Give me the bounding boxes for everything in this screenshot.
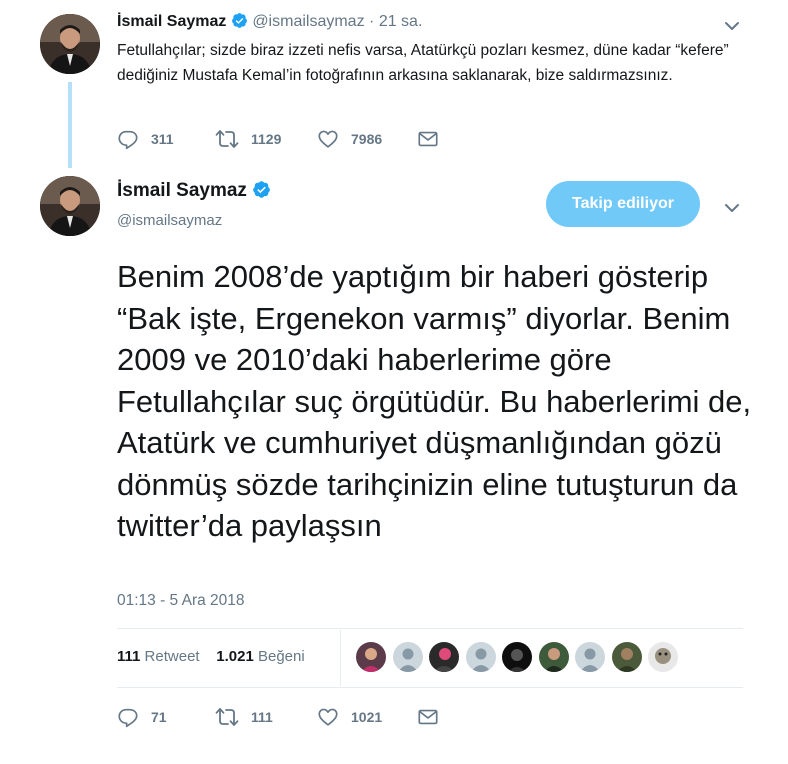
retweet-button[interactable]: 111 [215,706,317,728]
tweet-timestamp[interactable]: 01:13 - 5 Ara 2018 [117,592,245,610]
like-button[interactable]: 7986 [317,128,417,150]
thread-connector-line [68,82,72,168]
liker-photo [648,642,678,672]
like-count: 1021 [351,709,383,725]
parent-tweet-text: Fetullahçılar; sizde biraz izzeti nefis … [117,42,729,84]
liker-avatar[interactable] [356,642,386,672]
liker-avatar[interactable] [465,642,496,672]
retweet-button[interactable]: 1129 [215,128,317,150]
parent-tweet-header: İsmail Saymaz @ismailsaymaz · 21 sa. [117,12,422,31]
chevron-down-icon [725,22,739,30]
main-tweet-actions: 71 111 1021 [117,706,439,728]
reply-icon [118,708,138,728]
avatar-photo [40,14,100,74]
author-name[interactable]: İsmail Saymaz [117,180,247,201]
default-profile-icon [392,642,423,672]
like-button[interactable]: 1021 [317,706,417,728]
parent-tweet-actions: 311 1129 7986 [117,128,439,150]
liker-photo [611,642,642,672]
like-label: Beğeni [257,648,305,665]
direct-message-icon [418,709,438,725]
liker-photo [502,642,532,672]
header-separator: · [369,13,375,30]
tweet-time[interactable]: 21 sa. [379,13,423,30]
main-tweet-author: İsmail Saymaz [117,180,271,202]
verified-badge-icon [231,13,247,28]
default-profile-icon [575,642,605,672]
verified-badge-icon [253,181,271,198]
liker-photo [356,642,386,672]
like-count: 7986 [351,131,383,147]
main-tweet-menu-button[interactable] [722,198,742,223]
like-icon [318,130,338,148]
tweet-stats: 111 Retweet 1.021 Beğeni [117,648,305,665]
reply-icon [118,130,138,150]
liker-avatar[interactable] [611,642,642,672]
liker-photo [429,642,459,672]
likes-stat[interactable]: 1.021 Beğeni [216,648,304,665]
parent-tweet-avatar[interactable] [40,14,100,74]
liker-avatar[interactable] [538,642,569,672]
retweet-count: 1129 [251,131,282,147]
reply-button[interactable]: 311 [117,128,215,150]
liker-avatar[interactable] [575,642,605,672]
direct-message-icon [418,131,438,147]
reply-button[interactable]: 71 [117,706,215,728]
direct-message-button[interactable] [417,128,439,150]
retweet-total: 111 [117,648,141,665]
following-button[interactable]: Takip ediliyor [546,181,700,227]
liker-avatar[interactable] [648,642,678,672]
retweet-icon [215,130,239,148]
direct-message-button[interactable] [417,706,439,728]
retweets-stat[interactable]: 111 Retweet [117,648,200,665]
liker-avatars [356,642,685,672]
liker-avatar[interactable] [502,642,532,672]
avatar-photo [40,176,100,236]
author-handle[interactable]: @ismailsaymaz [252,13,364,30]
author-handle[interactable]: @ismailsaymaz [117,212,222,229]
like-icon [318,708,338,726]
retweet-count: 111 [251,709,273,725]
like-total: 1.021 [216,648,254,665]
divider [117,628,743,629]
main-tweet-text: Benim 2008’de yaptığım bir haberi göster… [117,259,752,543]
reply-count: 71 [151,709,167,725]
retweet-label: Retweet [144,648,200,665]
author-name[interactable]: İsmail Saymaz [117,13,226,30]
liker-avatar[interactable] [429,642,459,672]
chevron-down-icon [725,204,739,212]
default-profile-icon [465,642,496,672]
liker-avatar[interactable] [392,642,423,672]
stats-separator [340,630,341,686]
retweet-icon [215,708,239,726]
reply-count: 311 [151,131,174,147]
liker-photo [538,642,569,672]
main-tweet-avatar[interactable] [40,176,100,236]
divider [117,687,743,688]
